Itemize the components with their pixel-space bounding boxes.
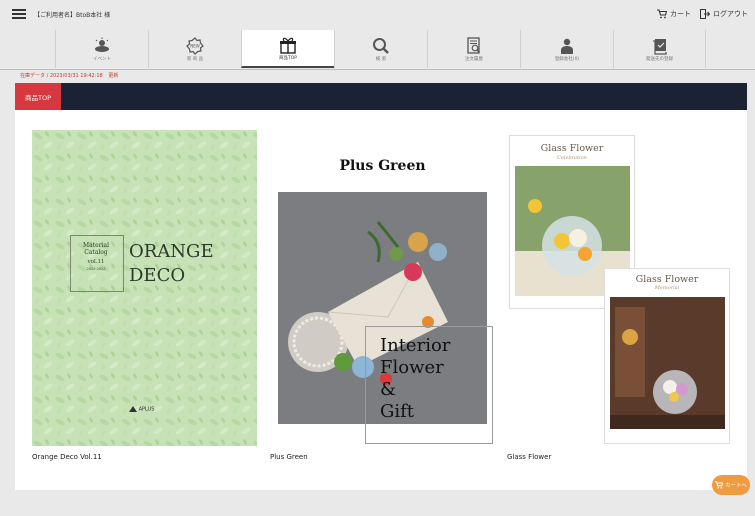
nav-label-new-products: 新 商 品 [186,56,204,62]
cart-label: カート [670,10,691,18]
cover-tagline-line-1: Interior [380,335,451,356]
cover-tagline: Interior Flower & Gift [380,335,450,423]
top-bar: 【ご利用者名】BtoB本社 様 カート ログアウト [0,0,755,30]
catalog-card-plus-green[interactable]: Plus Green Interior Flower & Gift Plus G… [270,130,495,465]
catalog-title-orange-deco[interactable]: Orange Deco Vol.11 [32,453,102,461]
cover-big-line-1: ORANGE [129,241,214,262]
app-window: 【ご利用者名】BtoB本社 様 カート ログアウト イベント NEW 新 商 品… [0,0,755,516]
book1-subtitle: Celebration [557,155,587,161]
cover-tagline-line-2: Flower [380,357,444,378]
book2-subtitle: Memorial [654,285,680,291]
user-label: 【ご利用者名】BtoB本社 様 [34,12,111,19]
nav-item-registered-company[interactable]: 登録会社(0) [520,30,613,68]
cart-icon [714,481,723,489]
catalog-cover-glass-flower[interactable]: Glass Flower Celebration Glass Flower Me… [507,130,732,446]
nav-label-shipping-register: 発送先の登録 [646,56,673,62]
section-header-band [15,83,747,110]
inventory-timestamp: 在庫データ / 2023/03/31 19:42:18 [20,73,103,79]
cover-small-text: Material Catalog vol.11 2023-2023 [70,242,122,273]
cover-small-line-1: Material [83,242,109,249]
cover-tagline-line-3: & [380,379,397,400]
brand-logo-icon [129,406,137,412]
nav-item-order-history[interactable]: 注文履歴 [427,30,520,68]
catalog-title-glass-flower[interactable]: Glass Flower [507,453,551,461]
logout-link[interactable]: ログアウト [700,9,748,19]
catalog-title-plus-green[interactable]: Plus Green [270,453,308,461]
cover-small-line-2: Catalog [84,249,108,256]
cover-year: 2023-2023 [86,267,106,271]
nav-item-new-products[interactable]: NEW 新 商 品 [148,30,241,68]
cover-big-line-2: DECO [129,265,186,286]
user-icon [561,38,573,54]
nav-item-search[interactable]: 検 索 [334,30,427,68]
address-book-icon [652,38,667,55]
cover-heading: Plus Green [339,158,426,174]
leaf-pattern [32,130,257,446]
logout-label: ログアウト [713,10,748,18]
gift-icon [280,37,296,54]
event-icon [95,37,109,52]
main-nav: イベント NEW 新 商 品 商品TOP 検 索 注文履歴 登録会社(0) 発送… [55,30,755,68]
nav-label-search: 検 索 [375,56,387,62]
search-icon [373,37,389,54]
nav-item-product-top[interactable]: 商品TOP [241,30,334,68]
inventory-status: 在庫データ / 2023/03/31 19:42:18 更新 [20,72,122,79]
new-product-icon: NEW [186,36,204,55]
book2-photo [610,297,725,429]
cover-big-text: ORANGE DECO [129,240,214,288]
logout-icon [700,9,710,19]
catalog-card-glass-flower[interactable]: Glass Flower Celebration Glass Flower Me… [507,130,732,465]
order-history-icon [467,36,480,54]
tab-product-top[interactable]: 商品TOP [15,83,61,110]
cover-tagline-line-4: Gift [380,401,415,422]
nav-divider [0,69,755,70]
floating-cart-button[interactable]: カートへ [712,475,750,495]
book2-title: Glass Flower [635,274,699,285]
cover-brand: APLUS [129,406,154,413]
catalog-cover-plus-green[interactable]: Plus Green Interior Flower & Gift [270,130,495,446]
glass-flower-memorial-book: Glass Flower Memorial [604,268,730,444]
catalog-cover-orange-deco[interactable]: Material Catalog vol.11 2023-2023 ORANGE… [32,130,257,446]
nav-label-product-top: 商品TOP [278,55,297,61]
svg-text:NEW: NEW [190,43,200,48]
nav-label-registered-company: 登録会社(0) [554,56,580,62]
menu-icon[interactable] [12,9,26,19]
nav-label-event: イベント [93,56,111,62]
catalog-grid: Material Catalog vol.11 2023-2023 ORANGE… [15,110,747,490]
cart-link[interactable]: カート [657,9,691,19]
cover-vol: vol.11 [87,259,105,265]
brand-name: APLUS [138,406,155,413]
nav-label-order-history: 注文履歴 [465,56,483,62]
nav-item-shipping-register[interactable]: 発送先の登録 [613,30,706,68]
update-link[interactable]: 更新 [108,73,118,79]
cart-icon [657,9,667,19]
catalog-card-orange-deco[interactable]: Material Catalog vol.11 2023-2023 ORANGE… [32,130,257,465]
floating-cart-label: カートへ [724,483,747,489]
book1-title: Glass Flower [540,143,604,154]
altar-flower-image [610,297,725,429]
nav-item-event[interactable]: イベント [55,30,148,68]
